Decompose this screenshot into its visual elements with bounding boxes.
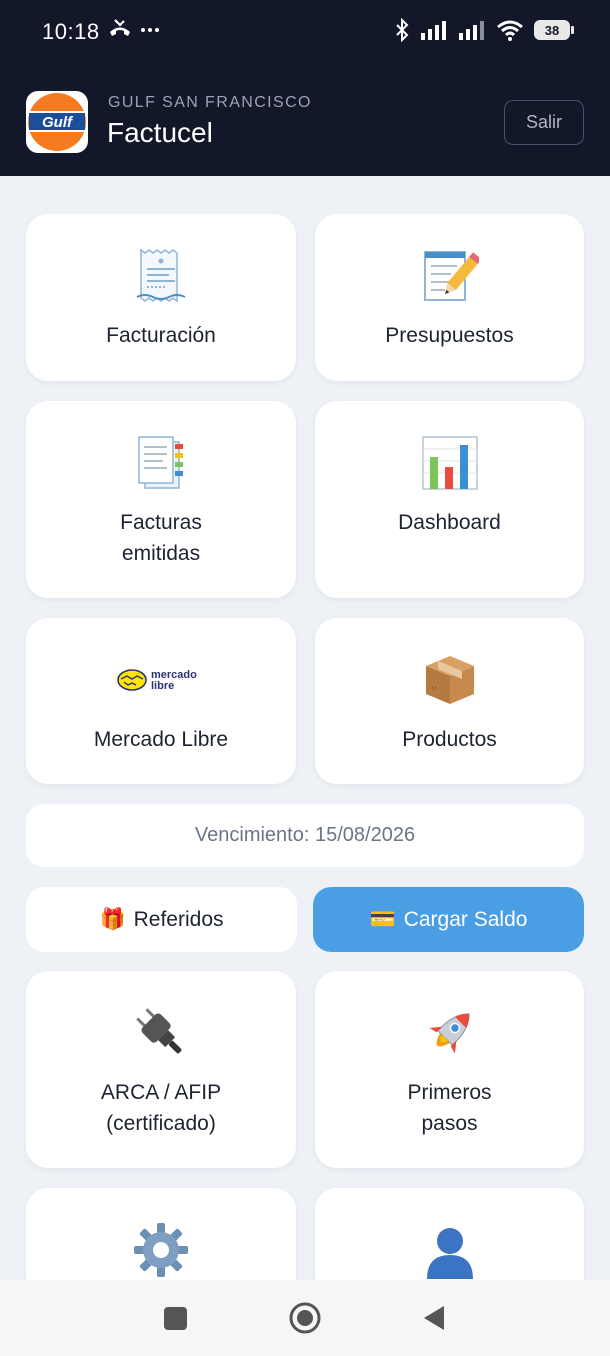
plug-icon	[136, 1008, 182, 1054]
gulf-logo: Gulf	[26, 91, 88, 153]
receipt-icon	[136, 248, 186, 303]
tile-mercado-libre[interactable]: mercado libre Mercado Libre	[26, 618, 296, 784]
signal-icon	[421, 21, 446, 40]
gift-icon: 🎁	[99, 907, 126, 931]
mercado-libre-logo: mercado libre	[117, 669, 197, 692]
missed-call-icon	[110, 19, 130, 36]
top-up-label: Cargar Saldo	[403, 907, 528, 931]
bar-chart-icon	[421, 436, 478, 490]
tile-label: Presupuestos	[385, 324, 514, 347]
recents-square-icon[interactable]	[163, 1306, 188, 1331]
tile-label: Mercado Libre	[93, 728, 229, 751]
expiry-text: Vencimiento: 15/08/2026	[194, 824, 416, 846]
memo-icon	[423, 251, 479, 301]
status-time: 10:18	[42, 19, 100, 44]
svg-text:Gulf: Gulf	[42, 114, 74, 131]
status-bar: 10:18 38	[0, 0, 610, 64]
wifi-icon	[497, 20, 523, 41]
top-up-button[interactable]: 💳 Cargar Saldo	[313, 887, 584, 952]
tile-label: Dashboard	[398, 511, 501, 534]
svg-text:↑↑: ↑↑	[431, 686, 437, 692]
tile-label: Productos	[402, 728, 497, 751]
package-icon: ↑↑	[425, 656, 474, 704]
tile-productos[interactable]: ↑↑ Productos	[315, 618, 584, 784]
tile-facturas-emitidas[interactable]: Facturas emitidas	[26, 401, 296, 598]
tile-label: ARCA / AFIP (certificado)	[100, 1081, 222, 1135]
home-circle-icon[interactable]	[288, 1301, 322, 1335]
rocket-icon	[428, 1013, 470, 1054]
company-name: GULF SAN FRANCISCO	[108, 94, 312, 111]
signal-icon	[459, 21, 484, 40]
logout-button[interactable]: Salir	[504, 100, 584, 145]
referrals-label: Referidos	[133, 907, 224, 931]
tile-label: Facturas emitidas	[120, 511, 202, 565]
back-triangle-icon[interactable]	[422, 1304, 446, 1332]
tile-facturacion[interactable]: Facturación	[26, 214, 296, 381]
system-nav-bar	[0, 1280, 610, 1356]
tile-label: Primeros pasos	[407, 1081, 492, 1135]
svg-text:libre: libre	[151, 680, 174, 692]
tile-primeros-pasos[interactable]: Primeros pasos	[315, 971, 584, 1168]
referrals-button[interactable]: 🎁 Referidos	[26, 887, 297, 952]
bluetooth-icon	[396, 18, 409, 42]
expiry-notice: Vencimiento: 15/08/2026	[26, 804, 584, 867]
app-header: Gulf GULF SAN FRANCISCO Factucel Salir	[0, 64, 610, 176]
tile-presupuestos[interactable]: Presupuestos	[315, 214, 584, 381]
tile-arca-afip[interactable]: ARCA / AFIP (certificado)	[26, 971, 296, 1168]
battery-indicator: 38	[534, 20, 574, 40]
credit-card-icon: 💳	[369, 907, 396, 931]
gear-icon	[134, 1223, 188, 1277]
app-title: Factucel	[107, 117, 213, 148]
documents-icon	[138, 436, 183, 489]
tile-dashboard[interactable]: Dashboard	[315, 401, 584, 598]
user-icon	[426, 1228, 473, 1279]
more-dots-icon	[141, 28, 159, 32]
tile-label: Facturación	[106, 324, 216, 347]
